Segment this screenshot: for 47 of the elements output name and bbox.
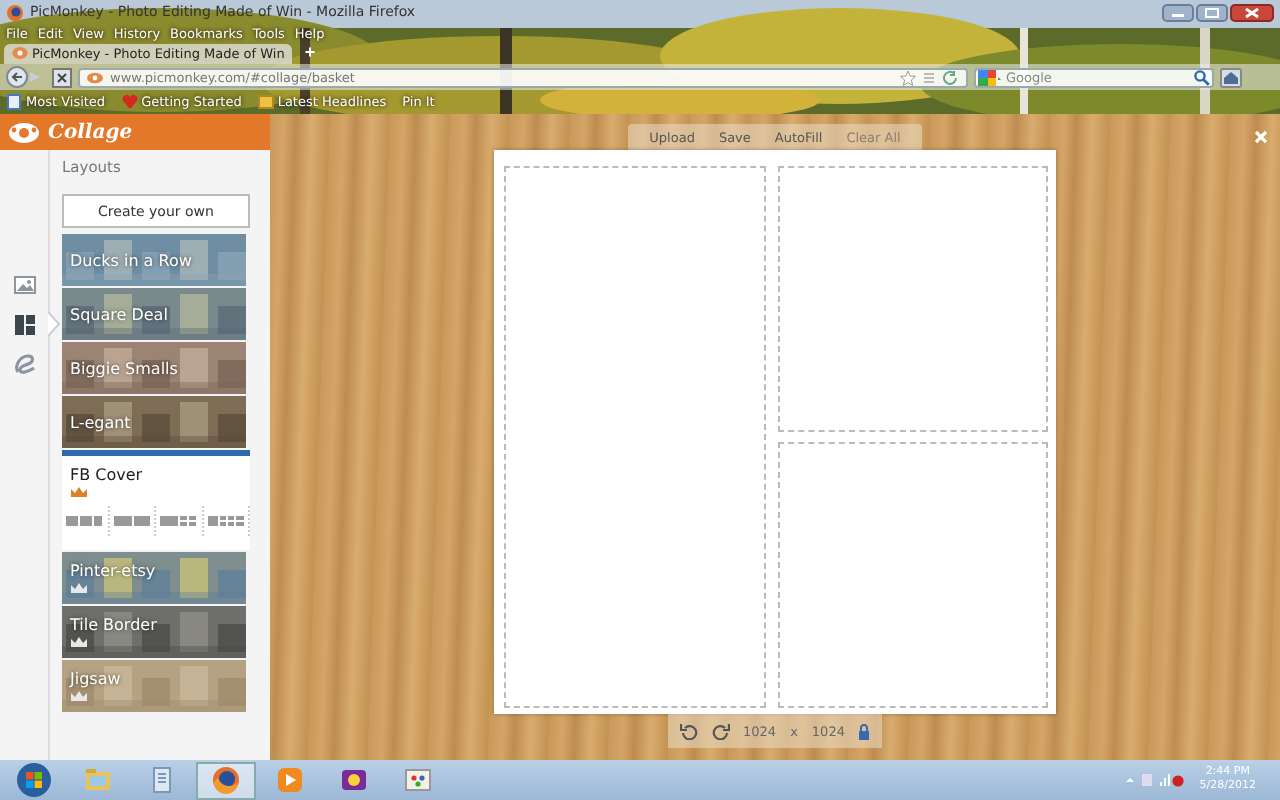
crown-icon xyxy=(70,690,88,702)
heart-icon xyxy=(121,94,138,110)
layout-option-icon[interactable] xyxy=(160,514,197,528)
restore-icon[interactable] xyxy=(1196,3,1228,21)
home-icon[interactable] xyxy=(1220,67,1242,87)
firefox-icon xyxy=(6,3,24,21)
document-icon[interactable] xyxy=(148,766,176,794)
layout-icon[interactable] xyxy=(13,314,35,336)
layout-item[interactable]: Square Deal xyxy=(62,288,250,340)
address-actions-icon[interactable] xyxy=(900,69,960,85)
layout-item[interactable]: Jigsaw xyxy=(62,660,250,712)
stop-icon[interactable] xyxy=(52,67,72,87)
play-icon[interactable] xyxy=(276,766,304,794)
rotate-left-icon[interactable] xyxy=(679,722,698,740)
tray-icons-icon[interactable] xyxy=(1123,772,1184,788)
crown-icon xyxy=(70,582,88,594)
pointer-icon xyxy=(48,312,60,336)
start-button-icon[interactable] xyxy=(16,762,52,798)
monkey-icon xyxy=(12,46,28,60)
site-icon xyxy=(86,71,104,83)
rotate-right-icon[interactable] xyxy=(711,722,730,740)
search-icon[interactable] xyxy=(1194,69,1210,85)
minimize-icon[interactable] xyxy=(1162,3,1194,21)
image-icon[interactable] xyxy=(13,274,35,296)
app-title: Collage xyxy=(48,121,133,143)
layout-option-icon[interactable] xyxy=(113,514,150,528)
crown-icon xyxy=(70,486,88,498)
monkey-logo-icon xyxy=(8,121,40,143)
page-icon xyxy=(6,94,22,110)
lock-icon[interactable] xyxy=(858,723,871,739)
layout-item[interactable]: Ducks in a Row xyxy=(62,234,250,286)
chat-icon[interactable] xyxy=(340,766,368,794)
layout-item[interactable]: Tile Border xyxy=(62,606,250,658)
firefox-icon[interactable] xyxy=(212,766,240,794)
google-icon xyxy=(978,69,1002,85)
brush-icon[interactable] xyxy=(13,354,35,376)
layout-item[interactable]: FB Cover xyxy=(62,450,250,550)
close-icon[interactable] xyxy=(1230,3,1274,21)
layout-option-icon[interactable] xyxy=(207,514,244,528)
paint-icon[interactable] xyxy=(404,766,432,794)
layout-item[interactable]: Biggie Smalls xyxy=(62,342,250,394)
crown-icon xyxy=(70,636,88,648)
new-tab-button[interactable]: + xyxy=(300,44,320,62)
layout-option-icon[interactable] xyxy=(66,514,103,528)
folder-icon xyxy=(257,94,274,110)
layout-item[interactable]: Pinter-etsy xyxy=(62,552,250,604)
layout-item[interactable]: L-egant xyxy=(62,396,250,448)
